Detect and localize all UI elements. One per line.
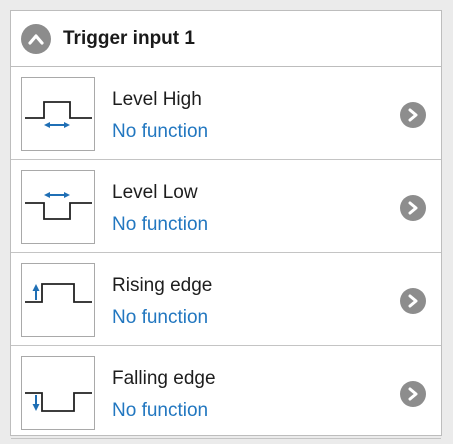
rising-edge-icon <box>21 263 95 337</box>
row-title: Falling edge <box>112 368 216 389</box>
level-low-icon <box>21 170 95 244</box>
list-item-falling-edge[interactable]: Falling edge No function <box>11 346 441 439</box>
row-value: No function <box>112 400 209 421</box>
chevron-up-icon[interactable] <box>21 24 51 54</box>
list-item-level-low[interactable]: Level Low No function <box>11 160 441 253</box>
row-title: Rising edge <box>112 275 213 296</box>
row-title: Level Low <box>112 182 198 203</box>
level-high-icon <box>21 77 95 151</box>
list-item-rising-edge[interactable]: Rising edge No function <box>11 253 441 346</box>
row-value: No function <box>112 121 209 142</box>
falling-edge-icon <box>21 356 95 430</box>
row-value: No function <box>112 214 209 235</box>
list-item-level-high[interactable]: Level High No function <box>11 67 441 160</box>
chevron-right-icon[interactable] <box>400 381 426 407</box>
chevron-right-icon[interactable] <box>400 195 426 221</box>
panel-title: Trigger input 1 <box>63 28 195 49</box>
row-value: No function <box>112 307 209 328</box>
chevron-right-icon[interactable] <box>400 288 426 314</box>
chevron-right-icon[interactable] <box>400 102 426 128</box>
row-title: Level High <box>112 89 202 110</box>
panel-header[interactable]: Trigger input 1 <box>11 11 441 67</box>
trigger-input-panel: Trigger input 1 Level High No function L… <box>10 10 442 439</box>
